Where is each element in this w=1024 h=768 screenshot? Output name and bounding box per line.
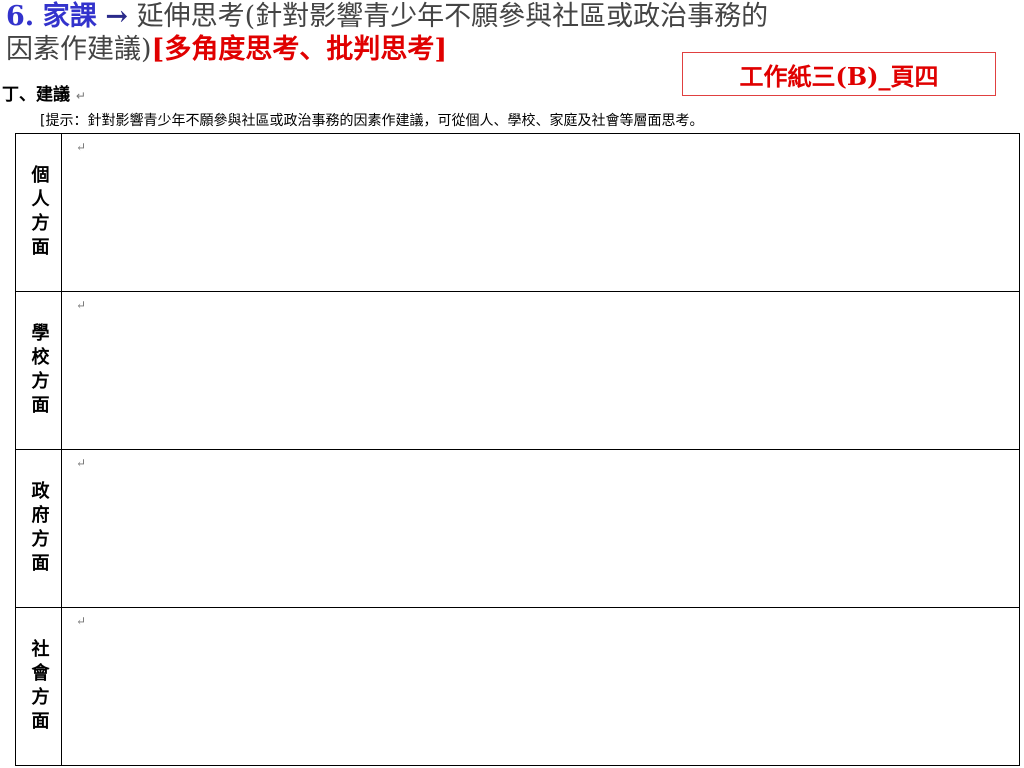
answer-cell[interactable]: ↵	[62, 134, 1019, 291]
answer-cell[interactable]: ↵	[62, 450, 1019, 607]
answer-cell[interactable]: ↵	[62, 292, 1019, 449]
table-row: 學校方面 ↵	[16, 292, 1019, 450]
topic-text: 延伸思考(針對影響青少年不願參與社區或政治事務的	[136, 1, 769, 32]
title-line-1: 6. 家課 → 延伸思考(針對影響青少年不願參與社區或政治事務的	[6, 2, 768, 32]
table-row: 個人方面 ↵	[16, 134, 1019, 292]
title-line-2: 因素作建議)[多角度思考、批判思考]	[6, 35, 447, 65]
row-label-cell: 社會方面	[16, 608, 62, 765]
row-label-cell: 個人方面	[16, 134, 62, 291]
arrow-icon: →	[105, 1, 128, 32]
paragraph-mark-icon: ↵	[76, 456, 87, 470]
paragraph-mark-icon: ↵	[75, 89, 86, 103]
table-row: 社會方面 ↵	[16, 608, 1019, 765]
worksheet-badge: 工作紙三(B)_頁四	[682, 52, 996, 96]
section-title: 丁、建議 ↵	[2, 80, 86, 105]
homework-label: 家課	[42, 1, 97, 32]
section-title-text: 丁、建議	[2, 85, 70, 105]
row-label: 學校方面	[28, 322, 50, 419]
answer-cell[interactable]: ↵	[62, 608, 1019, 765]
hint-text: [提示：針對影響青少年不願參與社區或政治事務的因素作建議，可從個人、學校、家庭及…	[40, 113, 704, 129]
row-label: 個人方面	[28, 164, 50, 261]
row-label: 社會方面	[28, 638, 50, 735]
row-label: 政府方面	[28, 480, 50, 577]
paragraph-mark-icon: ↵	[76, 140, 87, 154]
table-row: 政府方面 ↵	[16, 450, 1019, 608]
item-number: 6.	[6, 1, 35, 32]
paragraph-mark-icon: ↵	[76, 298, 87, 312]
topic-text-cont: 因素作建議)	[6, 34, 152, 65]
row-label-cell: 學校方面	[16, 292, 62, 449]
row-label-cell: 政府方面	[16, 450, 62, 607]
paragraph-mark-icon: ↵	[76, 614, 87, 628]
skills-text: [多角度思考、批判思考]	[151, 34, 448, 65]
suggestion-table: 個人方面 ↵ 學校方面 ↵ 政府方面 ↵ 社會方面 ↵	[15, 133, 1020, 766]
